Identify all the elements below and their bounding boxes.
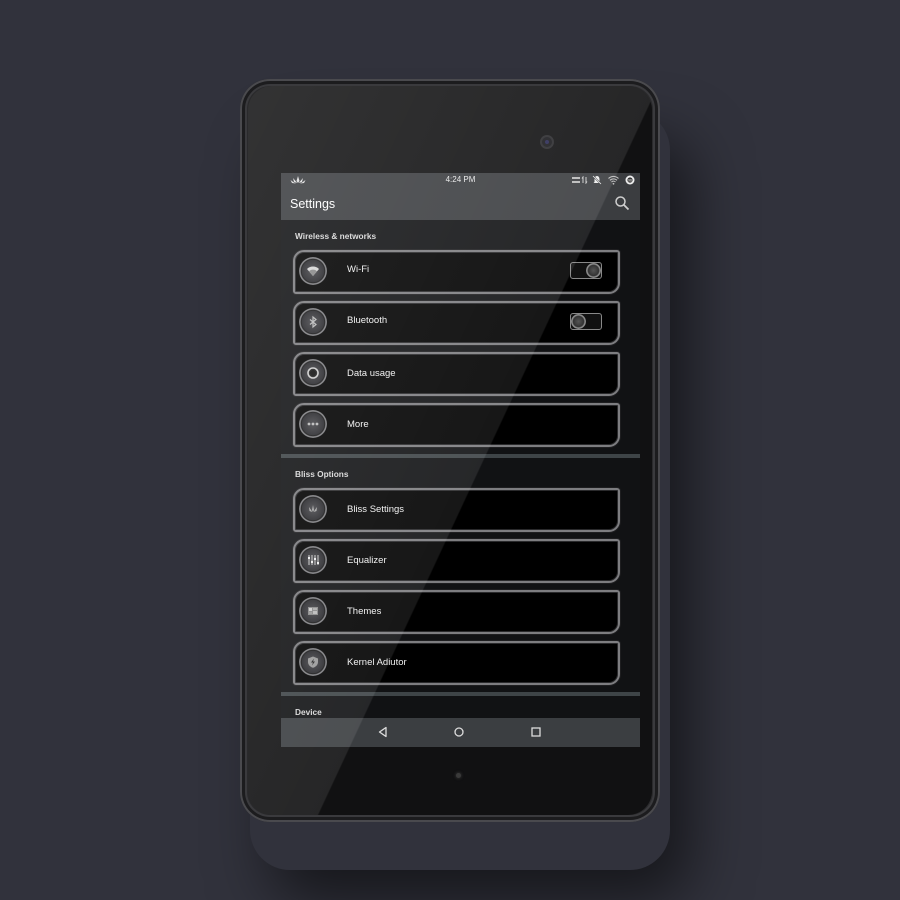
wifi-signal-icon [608,175,619,185]
home-icon[interactable] [453,726,465,738]
settings-item-label: Bluetooth [347,315,388,326]
bluetooth-toggle[interactable] [570,313,602,330]
section-title: Wireless & networks [295,231,377,241]
settings-item-equalizer[interactable]: Equalizer [293,539,620,583]
settings-item-more[interactable]: More [293,403,620,447]
section-header-wireless: Wireless & networks [281,220,640,250]
bliss-icon [299,495,327,523]
svg-text:96: 96 [628,178,632,182]
data-activity-icon [572,176,588,184]
equalizer-icon [299,546,327,574]
back-icon[interactable] [377,726,389,738]
settings-item-label: Kernel Adiutor [347,657,407,668]
status-icons: 96 [572,174,635,186]
settings-item-kernel-adiutor[interactable]: Kernel Adiutor [293,641,620,685]
settings-item-bluetooth[interactable]: Bluetooth [293,301,620,345]
screen: 4:24 PM 96 Settings Wireless & networks … [281,173,640,747]
settings-item-wifi[interactable]: Wi-Fi [293,250,620,294]
more-icon [299,410,327,438]
battery-icon: 96 [625,175,635,185]
recents-icon[interactable] [530,726,542,738]
tablet-bezel: 4:24 PM 96 Settings Wireless & networks … [248,86,652,815]
light-sensor [456,773,461,778]
navigation-bar [281,718,640,747]
front-camera [542,137,552,147]
settings-list: Wireless & networks Wi-Fi Bluetooth Data… [281,220,640,718]
app-bar: Settings [281,187,640,220]
settings-item-label: Equalizer [347,555,387,566]
kernel-icon [299,648,327,676]
page-title: Settings [290,197,336,211]
section-title: Device [295,707,322,717]
settings-item-label: Data usage [347,368,396,379]
data-usage-icon [299,359,327,387]
power-icon [586,263,601,278]
settings-item-label: More [347,419,369,430]
wifi-icon [299,257,327,285]
settings-item-themes[interactable]: Themes [293,590,620,634]
settings-item-data-usage[interactable]: Data usage [293,352,620,396]
tablet-device: 4:24 PM 96 Settings Wireless & networks … [240,79,660,822]
power-icon [571,314,586,329]
section-header-bliss: Bliss Options [281,458,640,488]
settings-item-bliss-settings[interactable]: Bliss Settings [293,488,620,532]
status-bar: 4:24 PM 96 [281,173,640,187]
section-header-device: Device [281,696,640,718]
bluetooth-icon [299,308,327,336]
search-icon[interactable] [614,195,630,211]
settings-item-label: Bliss Settings [347,504,405,515]
settings-item-label: Themes [347,606,382,617]
settings-item-label: Wi-Fi [347,264,370,275]
themes-icon [299,597,327,625]
notifications-muted-icon [592,175,602,185]
wifi-toggle[interactable] [570,262,602,279]
section-title: Bliss Options [295,469,349,479]
